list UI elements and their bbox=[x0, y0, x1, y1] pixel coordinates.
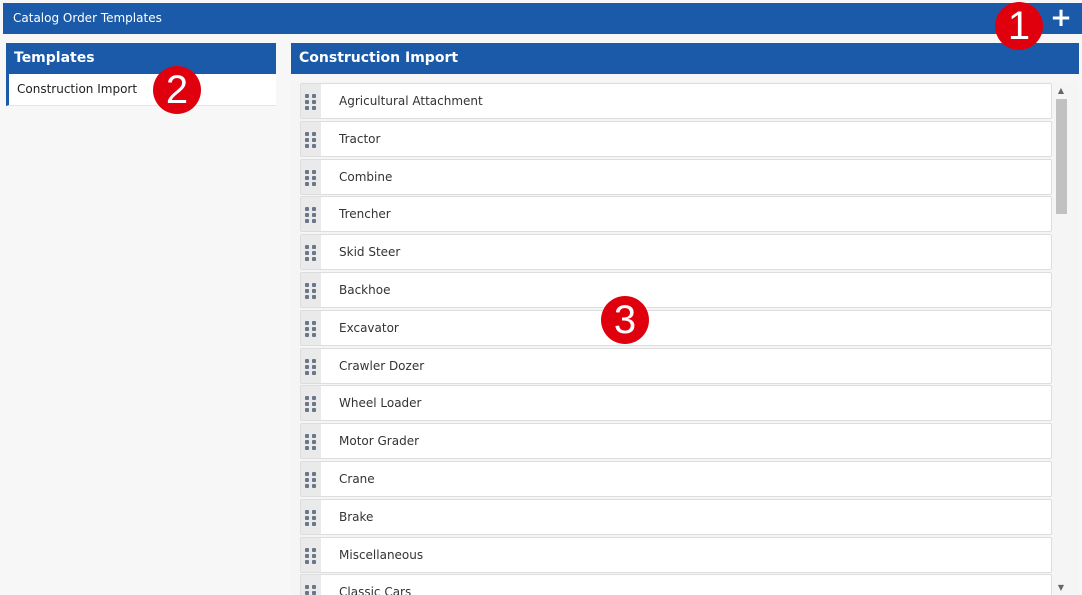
template-item-construction-import[interactable]: Construction Import bbox=[6, 74, 276, 106]
list-item[interactable]: Crane bbox=[300, 461, 1052, 497]
list-item-label: Crane bbox=[339, 472, 375, 486]
drag-handle-icon[interactable] bbox=[301, 235, 321, 270]
list-item[interactable]: Agricultural Attachment bbox=[300, 83, 1052, 119]
list-item-label: Brake bbox=[339, 509, 374, 524]
list-item[interactable]: Wheel Loader bbox=[300, 385, 1052, 422]
app-title: Catalog Order Templates bbox=[13, 11, 162, 25]
list-item-label: Tractor bbox=[339, 131, 381, 146]
add-template-button[interactable]: + bbox=[1048, 5, 1074, 31]
drag-handle-icon[interactable] bbox=[301, 386, 321, 421]
drag-handle-icon[interactable] bbox=[301, 121, 321, 156]
list-item[interactable]: Combine bbox=[300, 158, 1052, 195]
list-item[interactable]: Brake bbox=[300, 498, 1052, 535]
list-item-label: Crawler Dozer bbox=[339, 358, 425, 373]
scroll-up-icon[interactable]: ▲ bbox=[1054, 84, 1068, 98]
drag-handle-icon[interactable] bbox=[301, 310, 321, 345]
list-item[interactable]: Excavator bbox=[300, 309, 1052, 346]
callout-1: 1 bbox=[995, 2, 1043, 50]
top-header: Catalog Order Templates + bbox=[3, 3, 1082, 34]
scrollbar-thumb[interactable] bbox=[1056, 99, 1067, 214]
list-item-label: Excavator bbox=[339, 320, 399, 335]
drag-handle-icon[interactable] bbox=[301, 84, 321, 118]
drag-handle-icon[interactable] bbox=[301, 348, 321, 383]
list-item-label: Combine bbox=[339, 169, 393, 184]
drag-handle-icon[interactable] bbox=[301, 159, 321, 194]
list-item[interactable]: Backhoe bbox=[300, 272, 1052, 308]
detail-heading: Construction Import bbox=[291, 43, 1079, 74]
list-item-label: Wheel Loader bbox=[339, 396, 422, 411]
drag-handle-icon[interactable] bbox=[301, 424, 321, 459]
list-item-label: Agricultural Attachment bbox=[339, 94, 483, 108]
list-item[interactable]: Miscellaneous bbox=[300, 536, 1052, 573]
drag-handle-icon[interactable] bbox=[301, 499, 321, 534]
drag-handle-icon[interactable] bbox=[301, 462, 321, 496]
list-item-label: Motor Grader bbox=[339, 434, 420, 449]
list-item-label: Trencher bbox=[339, 207, 391, 222]
list-scrollbar[interactable]: ▲ ▼ bbox=[1054, 81, 1068, 595]
list-item[interactable]: Tractor bbox=[300, 120, 1052, 157]
callout-2: 2 bbox=[153, 66, 201, 114]
list-item[interactable]: Classic Cars bbox=[300, 574, 1052, 595]
templates-panel: Templates Construction Import bbox=[6, 43, 276, 595]
templates-heading: Templates bbox=[6, 43, 276, 74]
list-item-label: Backhoe bbox=[339, 283, 391, 297]
callout-3: 3 bbox=[601, 296, 649, 344]
scroll-down-icon[interactable]: ▼ bbox=[1054, 581, 1068, 595]
drag-handle-icon[interactable] bbox=[301, 575, 321, 595]
drag-handle-icon[interactable] bbox=[301, 537, 321, 572]
template-detail-panel: Construction Import ▲ ▼ Agricultural Att… bbox=[291, 43, 1079, 595]
list-item[interactable]: Crawler Dozer bbox=[300, 347, 1052, 384]
category-list: ▲ ▼ Agricultural Attachment Tractor Combin… bbox=[291, 81, 1079, 595]
drag-handle-icon[interactable] bbox=[301, 273, 321, 307]
list-item[interactable]: Skid Steer bbox=[300, 234, 1052, 271]
list-item[interactable]: Motor Grader bbox=[300, 423, 1052, 460]
drag-handle-icon[interactable] bbox=[301, 197, 321, 232]
list-item-label: Miscellaneous bbox=[339, 547, 424, 562]
list-item[interactable]: Trencher bbox=[300, 196, 1052, 233]
list-item-label: Skid Steer bbox=[339, 245, 401, 260]
list-item-label: Classic Cars bbox=[339, 585, 412, 595]
